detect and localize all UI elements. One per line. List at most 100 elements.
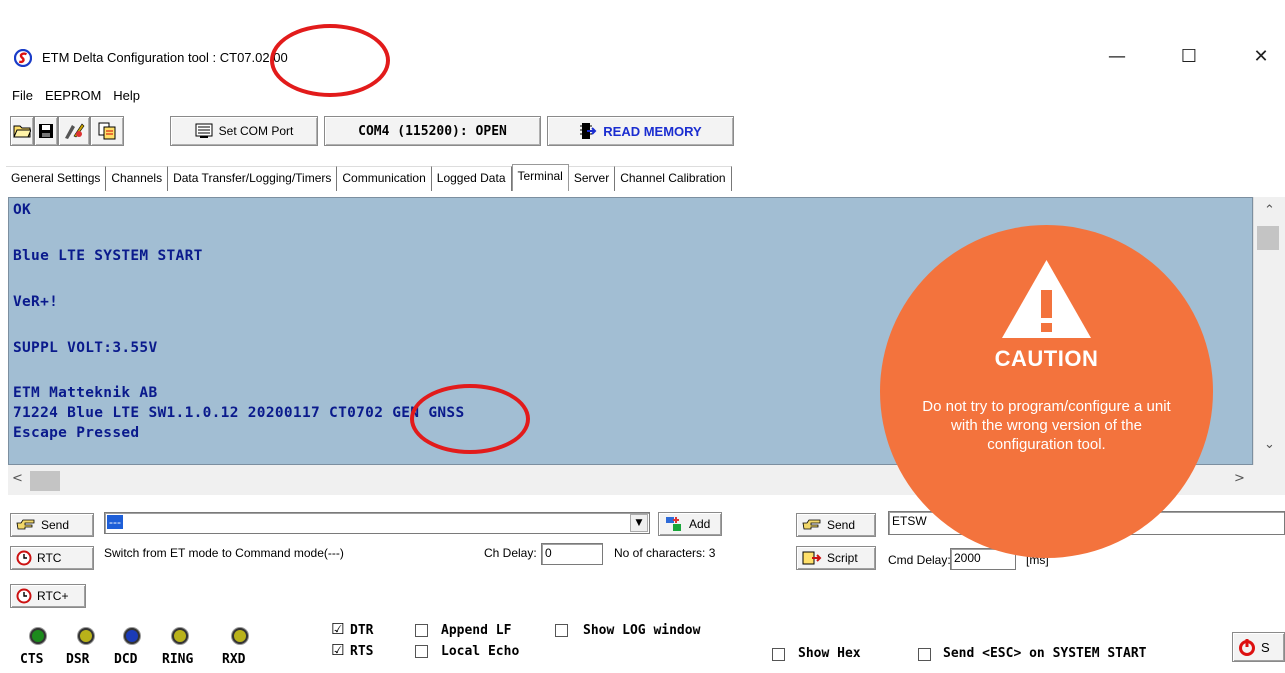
set-com-port-label: Set COM Port [218, 124, 294, 138]
terminal-line: ETM Matteknik AB [13, 385, 158, 401]
minimize-button[interactable]: — [1094, 40, 1140, 72]
terminal-version-highlight-circle [410, 384, 530, 454]
dtr-checkbox[interactable]: ☑ [331, 622, 344, 637]
menu-help[interactable]: Help [109, 86, 148, 106]
send-esc-label: Send <ESC> on SYSTEM START [943, 646, 1147, 661]
tab-bar: General Settings Channels Data Transfer/… [6, 164, 732, 191]
led-label-cts: CTS [20, 652, 44, 667]
caution-text: Do not try to program/configure a unit w… [922, 398, 1171, 453]
save-button[interactable] [34, 116, 58, 146]
show-log-label: Show LOG window [583, 623, 701, 638]
show-log-checkbox[interactable] [555, 624, 568, 637]
vertical-scroll-thumb[interactable] [1257, 226, 1279, 250]
send-button[interactable]: Send [10, 513, 94, 537]
scroll-right-arrow-icon[interactable]: > [1234, 471, 1245, 486]
add-label: Add [689, 517, 711, 531]
open-button[interactable] [10, 116, 34, 146]
led-dsr [78, 628, 94, 644]
start-stop-button[interactable]: S [1232, 632, 1285, 662]
terminal-line: 71224 Blue LTE SW1.1.0.12 20200117 CT070… [13, 405, 465, 421]
append-lf-checkbox[interactable] [415, 624, 428, 637]
command-select[interactable]: --- [104, 512, 650, 534]
read-memory-icon [580, 123, 597, 139]
pointing-hand-icon [802, 519, 821, 530]
menu-bar: File EEPROM Help [0, 86, 148, 106]
tab-communication[interactable]: Communication [337, 166, 432, 191]
terminal-line: OK [13, 202, 32, 218]
pointing-hand-icon [16, 519, 35, 530]
rtc-plus-button[interactable]: RTC+ [10, 584, 86, 608]
close-button[interactable]: ✕ [1238, 40, 1284, 72]
caution-title: CAUTION [994, 346, 1099, 371]
tab-logged-data[interactable]: Logged Data [431, 166, 512, 191]
command-description: Switch from ET mode to Command mode(---) [104, 546, 344, 560]
com-port-icon [195, 123, 213, 138]
scroll-left-arrow-icon[interactable]: < [12, 471, 23, 486]
clock-plus-icon [16, 588, 32, 604]
terminal-line: Escape Pressed [13, 425, 140, 441]
caution-callout: CAUTION Do not try to program/configure … [880, 225, 1213, 558]
read-memory-button[interactable]: READ MEMORY [547, 116, 734, 146]
rtc-label: RTC [37, 551, 62, 565]
script-send-label: Send [827, 518, 856, 532]
led-label-dcd: DCD [114, 652, 138, 667]
edit-icon [65, 123, 85, 139]
tab-general-settings[interactable]: General Settings [6, 166, 107, 191]
horizontal-scroll-thumb[interactable] [30, 471, 60, 491]
version-highlight-circle [270, 24, 390, 97]
send-esc-checkbox[interactable] [918, 648, 931, 661]
read-memory-label: READ MEMORY [603, 123, 702, 139]
command-dropdown-arrow[interactable]: ▼ [630, 514, 648, 532]
power-icon [1239, 639, 1255, 656]
script-button[interactable]: Script [796, 546, 876, 570]
script-label: Script [827, 551, 858, 565]
tab-data-transfer[interactable]: Data Transfer/Logging/Timers [168, 166, 338, 191]
add-button[interactable]: Add [658, 512, 722, 536]
tab-terminal[interactable]: Terminal [511, 164, 569, 191]
com-status-button[interactable]: COM4 (115200): OPEN [324, 116, 541, 146]
scroll-up-arrow-icon[interactable]: ⌃ [1264, 203, 1275, 218]
warning-triangle-icon [1002, 260, 1091, 338]
rtc-plus-label: RTC+ [37, 589, 69, 603]
tab-server[interactable]: Server [568, 166, 616, 191]
ch-delay-label: Ch Delay: [484, 546, 537, 560]
tab-channel-calibration[interactable]: Channel Calibration [615, 166, 732, 191]
start-stop-label: S [1261, 639, 1270, 655]
append-lf-label: Append LF [441, 623, 512, 638]
terminal-line: Blue LTE SYSTEM START [13, 248, 203, 264]
app-logo-icon [14, 49, 32, 67]
title-bar: ETM Delta Configuration tool : CT07.02.0… [0, 34, 1285, 80]
set-com-port-button[interactable]: Set COM Port [170, 116, 318, 146]
open-folder-icon [13, 125, 31, 138]
edit-button[interactable] [58, 116, 90, 146]
rts-label: RTS [350, 644, 374, 659]
no-of-characters: No of characters: 3 [614, 546, 716, 560]
tab-channels[interactable]: Channels [106, 166, 169, 191]
script-icon [802, 551, 822, 565]
add-icon [666, 517, 681, 531]
terminal-line: VeR+! [13, 294, 59, 310]
copy-icon [98, 122, 116, 140]
send-label: Send [41, 518, 70, 532]
clock-icon [16, 550, 32, 566]
window-title: ETM Delta Configuration tool : CT07.02.0… [42, 50, 288, 65]
script-send-button[interactable]: Send [796, 513, 876, 537]
rtc-button[interactable]: RTC [10, 546, 94, 570]
terminal-line: SUPPL VOLT:3.55V [13, 340, 158, 356]
menu-eeprom[interactable]: EEPROM [41, 86, 109, 106]
dtr-label: DTR [350, 623, 374, 638]
menu-file[interactable]: File [0, 86, 41, 106]
copy-button[interactable] [90, 116, 124, 146]
led-label-ring: RING [162, 652, 194, 667]
led-rxd [232, 628, 248, 644]
show-hex-label: Show Hex [798, 646, 861, 661]
local-echo-checkbox[interactable] [415, 645, 428, 658]
local-echo-label: Local Echo [441, 644, 520, 659]
maximize-button[interactable]: ☐ [1166, 40, 1212, 72]
led-label-rxd: RXD [222, 652, 246, 667]
led-dcd [124, 628, 140, 644]
show-hex-checkbox[interactable] [772, 648, 785, 661]
rts-checkbox[interactable]: ☑ [331, 643, 344, 658]
scroll-down-arrow-icon[interactable]: ⌄ [1264, 437, 1275, 452]
ch-delay-input[interactable]: 0 [541, 543, 603, 565]
